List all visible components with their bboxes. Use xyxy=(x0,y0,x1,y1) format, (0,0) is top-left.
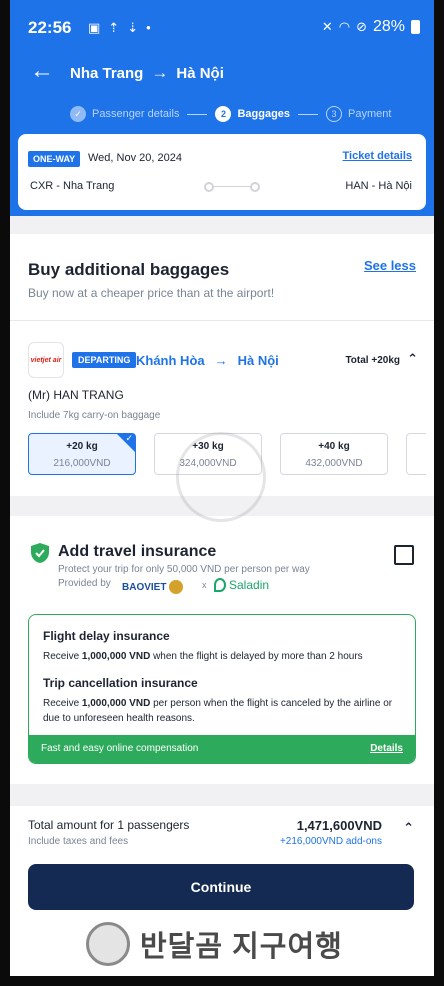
see-less-link[interactable]: See less xyxy=(364,258,416,273)
passenger-name: (Mr) HAN TRANG xyxy=(28,388,124,402)
carry-on-note: Include 7kg carry-on baggage xyxy=(28,410,161,421)
delay-description: Receive 1,000,000 VND when the flight is… xyxy=(43,651,363,662)
app-screen: 22:56 ▣ ⇡ ⇣ • ✕ ◠ ⊘ 28% ← Nha Trang → Hà… xyxy=(10,0,434,976)
watermark-seal-icon xyxy=(86,922,130,966)
compensation-note: Fast and easy online compensation xyxy=(41,743,199,754)
status-time: 22:56 xyxy=(28,18,72,37)
battery-icon xyxy=(411,20,420,34)
flight-route: Khánh Hòa → Hà Nội xyxy=(136,353,279,368)
back-arrow-icon[interactable]: ← xyxy=(30,58,54,84)
partner-separator: x xyxy=(202,580,207,590)
insurance-section: Add travel insurance Protect your trip f… xyxy=(10,516,434,784)
ticket-details-link[interactable]: Ticket details xyxy=(343,150,413,162)
title-from: Nha Trang xyxy=(70,64,144,82)
baoviet-logo: BAOVIET xyxy=(122,580,184,594)
chevron-up-icon[interactable]: ⌃ xyxy=(407,351,418,367)
route-to: Hà Nội xyxy=(237,353,279,368)
total-subtitle: Include taxes and fees xyxy=(28,836,129,847)
battery-level: 28% xyxy=(372,18,405,35)
option-kg: +40 kg xyxy=(318,441,350,452)
notification-icons: ▣ ⇡ ⇣ • xyxy=(88,20,151,36)
step-divider xyxy=(298,113,319,115)
watermark-seal-icon xyxy=(176,432,266,522)
trip-date: Wed, Nov 20, 2024 xyxy=(88,152,182,164)
continue-button[interactable]: Continue xyxy=(28,864,414,910)
progress-steps: ✓ Passenger details 2 Baggages 3 Payment xyxy=(70,104,391,124)
step-baggages[interactable]: 2 Baggages xyxy=(215,106,290,122)
total-baggage: Total +20kg xyxy=(345,355,400,366)
destination-airport: HAN - Hà Nội xyxy=(345,180,412,192)
saladin-text: Saladin xyxy=(229,578,270,592)
check-icon: ✓ xyxy=(70,106,86,122)
baggage-option-more[interactable] xyxy=(406,433,426,475)
chevron-up-icon[interactable]: ⌃ xyxy=(403,820,414,836)
option-kg: +20 kg xyxy=(66,441,98,452)
total-label: Total amount for 1 passengers xyxy=(28,818,190,832)
total-amount: 1,471,600VND xyxy=(296,818,382,833)
baoviet-text: BAOVIET xyxy=(122,581,167,593)
cancel-description: Receive 1,000,000 VND per person when th… xyxy=(43,698,393,724)
step-divider xyxy=(187,113,208,115)
option-price: 432,000VND xyxy=(305,458,363,469)
trip-summary-card: ONE-WAY Wed, Nov 20, 2024 Ticket details… xyxy=(18,134,426,210)
checkout-footer: Total amount for 1 passengers Include ta… xyxy=(10,806,434,976)
baggage-option-20kg[interactable]: ✓ +20 kg 216,000VND xyxy=(28,433,136,475)
watermark-text: 반달곰 지구여행 xyxy=(140,931,343,963)
divider xyxy=(10,320,434,321)
watermark: 반달곰 지구여행 xyxy=(86,922,343,966)
option-price: 216,000VND xyxy=(53,458,111,469)
shield-icon xyxy=(31,543,49,563)
step-label: Payment xyxy=(348,108,392,120)
step-payment[interactable]: 3 Payment xyxy=(326,106,391,122)
baggage-option-40kg[interactable]: +40 kg 432,000VND xyxy=(280,433,388,475)
baggage-title: Buy additional baggages xyxy=(28,260,230,279)
step-label: Passenger details xyxy=(92,108,180,120)
saladin-leaf-icon xyxy=(214,578,226,592)
step-passenger-details[interactable]: ✓ Passenger details xyxy=(70,106,179,122)
download-icon: ⇣ xyxy=(127,20,139,35)
route-line-icon xyxy=(204,182,260,192)
upload-icon: ⇡ xyxy=(108,20,120,35)
page-title: Nha Trang → Hà Nội xyxy=(70,63,224,83)
cancel-title: Trip cancellation insurance xyxy=(43,676,198,690)
header: 22:56 ▣ ⇡ ⇣ • ✕ ◠ ⊘ 28% ← Nha Trang → Hà… xyxy=(10,0,434,216)
top-nav: ← Nha Trang → Hà Nội xyxy=(10,56,434,86)
addon-amount: +216,000VND add-ons xyxy=(279,836,382,847)
one-way-badge: ONE-WAY xyxy=(28,151,81,167)
mute-icon: ✕ xyxy=(321,19,333,34)
baggage-subtitle: Buy now at a cheaper price than at the a… xyxy=(28,286,275,300)
insurance-subtitle: Protect your trip for only 50,000 VND pe… xyxy=(58,564,310,575)
airline-logo-text: vietjet air xyxy=(30,356,62,364)
step-number: 2 xyxy=(215,106,232,122)
insurance-checkbox[interactable] xyxy=(394,545,414,565)
saladin-logo: Saladin xyxy=(214,578,269,592)
route-arrow: → xyxy=(214,353,228,368)
wifi-icon: ◠ xyxy=(338,19,351,34)
status-bar: 22:56 ▣ ⇡ ⇣ • ✕ ◠ ⊘ 28% xyxy=(10,12,434,42)
system-icons: ✕ ◠ ⊘ 28% xyxy=(322,18,420,36)
provided-by-label: Provided by xyxy=(58,578,111,589)
insurance-details-box: Flight delay insurance Receive 1,000,000… xyxy=(28,614,416,764)
title-to: Hà Nội xyxy=(176,64,224,82)
insurance-footer: Fast and easy online compensation Detail… xyxy=(29,735,415,763)
dot-icon: • xyxy=(146,20,151,35)
step-number: 3 xyxy=(326,106,343,122)
origin-airport: CXR - Nha Trang xyxy=(30,180,115,192)
baoviet-emblem-icon xyxy=(169,580,184,594)
insurance-title: Add travel insurance xyxy=(58,543,217,560)
delay-title: Flight delay insurance xyxy=(43,629,170,643)
step-label: Baggages xyxy=(237,108,291,120)
dnd-icon: ⊘ xyxy=(356,19,367,34)
image-icon: ▣ xyxy=(88,20,101,35)
insurance-details-link[interactable]: Details xyxy=(370,743,403,754)
airline-logo: vietjet air xyxy=(28,342,64,378)
departing-badge: DEPARTING xyxy=(72,352,137,368)
route-from: Khánh Hòa xyxy=(136,353,205,368)
title-arrow: → xyxy=(151,63,169,82)
